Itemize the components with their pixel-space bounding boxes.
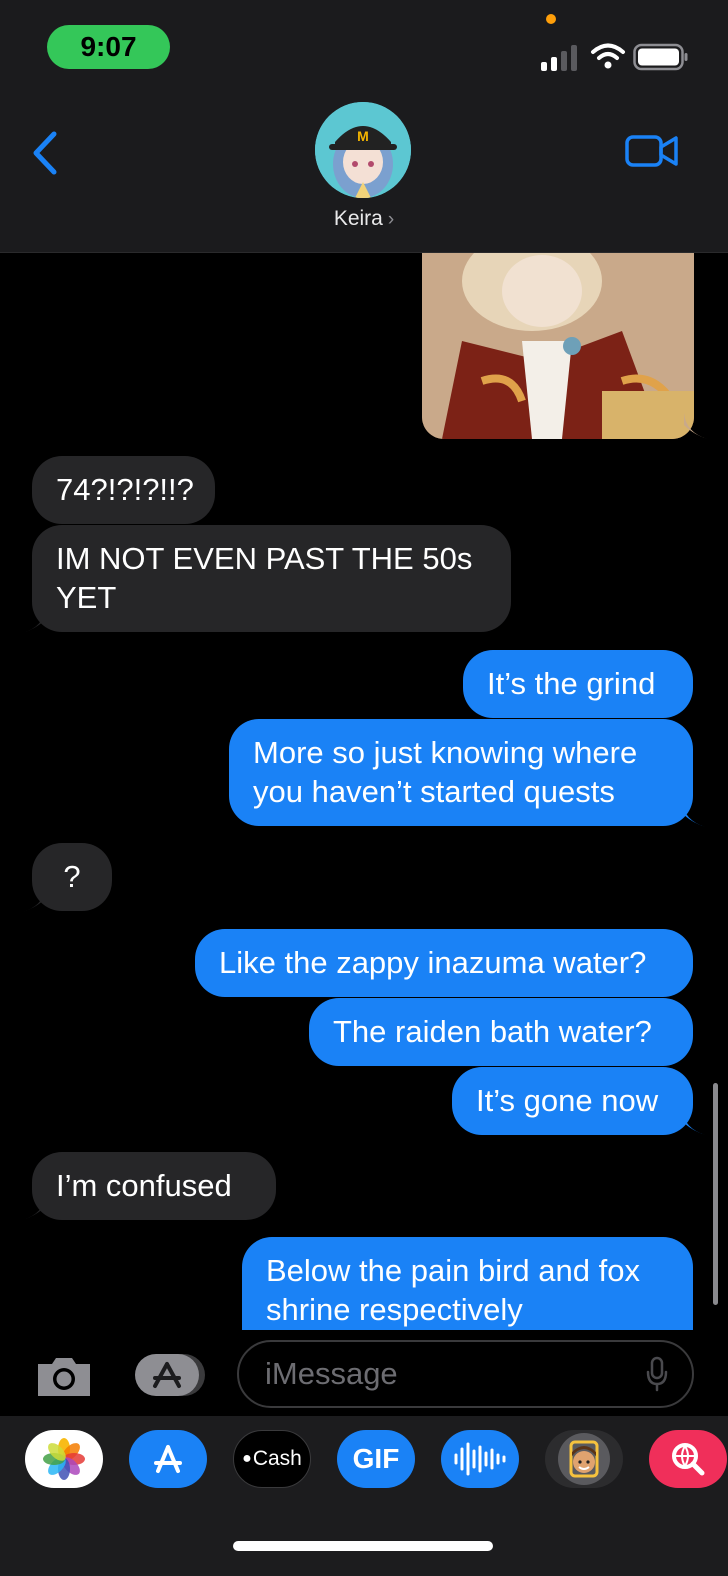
message-bubble-incoming[interactable]: I’m confused (32, 1152, 276, 1220)
cellular-signal-icon (541, 45, 577, 71)
photos-icon[interactable] (25, 1430, 103, 1488)
message-bubble-outgoing[interactable]: Below the pain bird and fox shrine respe… (242, 1237, 693, 1330)
message-text: The raiden bath water? (333, 1014, 652, 1049)
privacy-indicator (546, 14, 556, 24)
bubble-tail (22, 886, 46, 912)
message-text: Below the pain bird and fox shrine respe… (266, 1253, 640, 1327)
message-bubble-incoming[interactable]: IM NOT EVEN PAST THE 50s YET (32, 525, 511, 632)
battery-icon (633, 43, 688, 71)
photo-attachment[interactable] (422, 253, 694, 439)
message-text: I’m confused (56, 1168, 232, 1203)
gif-label: GIF (352, 1443, 400, 1474)
bubble-tail (684, 413, 708, 439)
message-text: It’s the grind (487, 666, 656, 701)
bubble-tail (682, 801, 706, 827)
message-text: Like the zappy inazuma water? (219, 945, 647, 980)
message-text: IM NOT EVEN PAST THE 50s YET (56, 541, 473, 615)
back-chevron-icon[interactable] (26, 128, 66, 178)
message-text: 74?!?!?!!? (56, 472, 194, 507)
conversation-header: 9:07 M Keira › (0, 0, 728, 253)
message-bubble-outgoing[interactable]: More so just knowing where you haven’t s… (229, 719, 693, 826)
chevron-right-icon: › (387, 209, 395, 230)
audio-icon[interactable] (441, 1430, 519, 1488)
app-store-icon[interactable] (129, 1430, 207, 1488)
search-web-icon[interactable] (649, 1430, 727, 1488)
bubble-tail (22, 607, 46, 633)
bubble-tail (682, 1109, 706, 1135)
svg-text:M: M (357, 128, 369, 144)
scrollbar[interactable] (713, 1083, 718, 1305)
contact-name: Keira (333, 207, 383, 230)
wifi-icon (591, 43, 625, 69)
message-bubble-outgoing[interactable]: The raiden bath water? (309, 998, 693, 1066)
app-store-button[interactable] (133, 1352, 207, 1398)
facetime-video-icon[interactable] (624, 130, 680, 172)
contact-avatar[interactable]: M (315, 102, 411, 198)
memoji-icon[interactable] (545, 1430, 623, 1488)
imessage-input[interactable]: iMessage (237, 1340, 694, 1408)
status-time: 9:07 (47, 25, 170, 69)
imessage-placeholder: iMessage (265, 1356, 398, 1391)
cash-label: Cash (252, 1447, 302, 1470)
cash-icon[interactable]: ● Cash (233, 1430, 311, 1488)
message-bubble-incoming[interactable]: 74?!?!?!!? (32, 456, 215, 524)
home-indicator[interactable] (233, 1541, 493, 1551)
message-bubble-outgoing[interactable]: Like the zappy inazuma water? (195, 929, 693, 997)
message-bubble-outgoing[interactable]: It’s gone now (452, 1067, 693, 1135)
message-text: It’s gone now (476, 1083, 659, 1118)
message-bubble-outgoing[interactable]: It’s the grind (463, 650, 693, 718)
camera-icon[interactable] (34, 1354, 94, 1398)
contact-name-button[interactable]: Keira › (0, 207, 728, 231)
message-text: ? (63, 859, 81, 894)
bubble-tail (22, 1194, 46, 1220)
microphone-icon[interactable] (646, 1356, 668, 1392)
gif-icon[interactable]: GIF (337, 1430, 415, 1488)
message-thread[interactable]: 74?!?!?!!? IM NOT EVEN PAST THE 50s YET … (0, 253, 728, 1330)
message-text: More so just knowing where you haven’t s… (253, 735, 638, 809)
